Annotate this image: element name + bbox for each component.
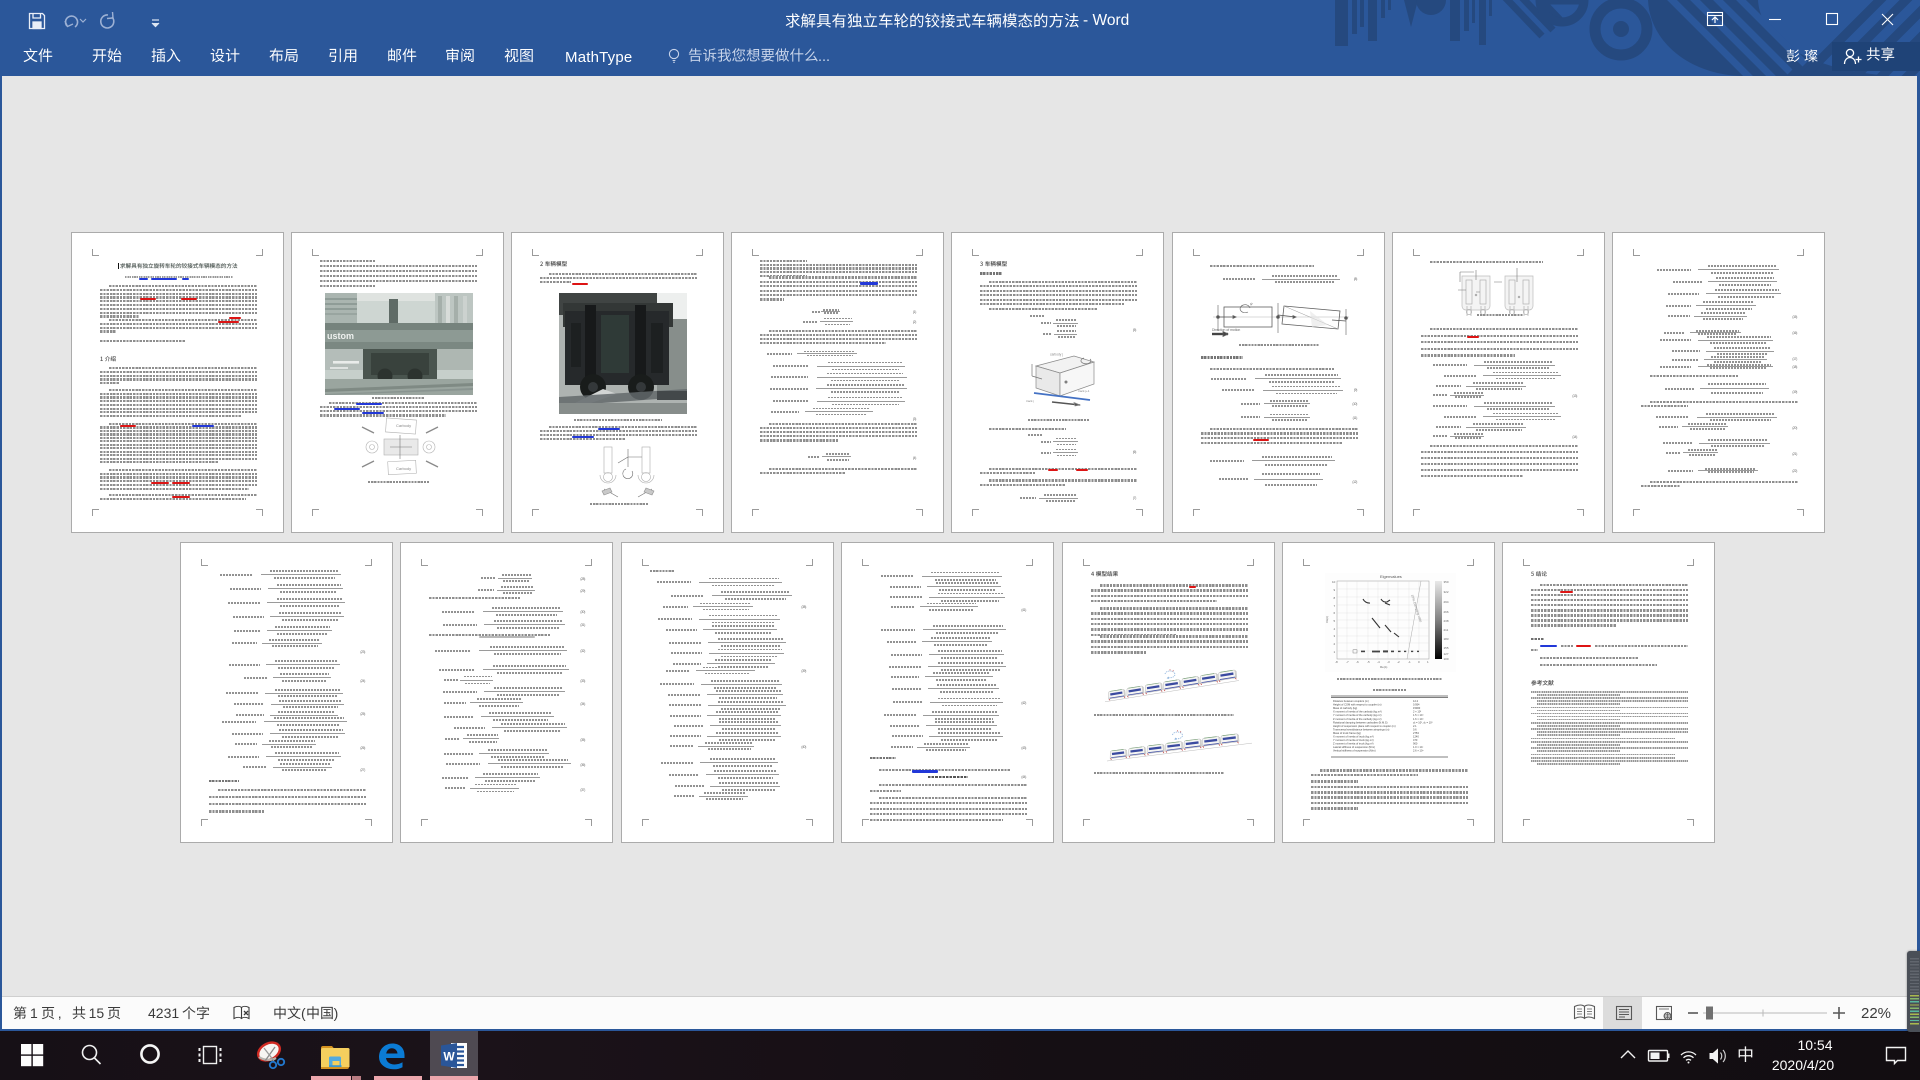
svg-text:350: 350 [1444, 580, 1449, 584]
svg-text:Z moment of inertia of the car: Z moment of inertia of the carbody (kg.m… [1333, 717, 1382, 721]
svg-text:W: W [443, 1050, 455, 1064]
svg-text:Y moment of inertia of truck (: Y moment of inertia of truck (kg.m²) [1333, 738, 1374, 742]
svg-text:211: 211 [1444, 628, 1449, 632]
svg-text:183: 183 [1444, 637, 1449, 641]
svg-text:track j+1: track j+1 [1078, 389, 1090, 393]
svg-text:X moment of inertia of truck (: X moment of inertia of truck (kg.m²) [1333, 735, 1374, 739]
svg-text:1.6 × 10⁴: 1.6 × 10⁴ [1413, 717, 1424, 721]
svg-text:322: 322 [1444, 590, 1449, 594]
svg-text:-8: -8 [1335, 660, 1338, 664]
svg-text:470: 470 [1413, 738, 1418, 742]
svg-text:0.954: 0.954 [1413, 703, 1420, 707]
svg-text:12.2: 12.2 [1413, 699, 1419, 703]
svg-text:Vertical stiffness of suspensi: Vertical stiffness of suspension (N/m) [1333, 749, 1376, 753]
svg-text:ψ: ψ [1250, 301, 1253, 306]
svg-text:Transversal semidistance betwe: Transversal semidistance between airspri… [1333, 727, 1390, 731]
svg-text:Re(λ): Re(λ) [1380, 665, 1387, 669]
svg-text:294: 294 [1444, 600, 1449, 604]
svg-text:127: 127 [1444, 652, 1449, 656]
svg-text:Height of COM with respect to: Height of COM with respect to coupler (m… [1333, 703, 1382, 707]
svg-text:1.5 × 10⁴: 1.5 × 10⁴ [1413, 713, 1424, 717]
svg-text:Distance between couplers (m): Distance between couplers (m) [1333, 699, 1369, 703]
svg-text:Height of suspension plane wit: Height of suspension plane with respect … [1333, 724, 1396, 728]
svg-text:Mass of carbody (kg): Mass of carbody (kg) [1333, 706, 1357, 710]
svg-text:900: 900 [1413, 742, 1418, 746]
svg-text:Lateral stiffness of suspensio: Lateral stiffness of suspension (N/m) [1333, 745, 1375, 749]
svg-text:2 × 10³: 2 × 10³ [1413, 710, 1421, 714]
svg-text:track j: track j [1026, 399, 1034, 403]
svg-text:100: 100 [1444, 657, 1449, 661]
svg-text:266: 266 [1444, 610, 1449, 614]
svg-text:Y moment of inertia of the car: Y moment of inertia of the carbody (kg.m… [1333, 713, 1382, 717]
svg-text:-2: -2 [1397, 660, 1400, 664]
svg-text:-7: -7 [1346, 660, 1349, 664]
svg-text:dₓ = 10³, dₓ = 10³: dₓ = 10³, dₓ = 10³ [1413, 720, 1433, 724]
svg-text:-4: -4 [1377, 660, 1380, 664]
svg-text:238: 238 [1444, 619, 1449, 623]
svg-text:155: 155 [1444, 646, 1449, 650]
svg-text:2.6 × 10⁶: 2.6 × 10⁶ [1413, 749, 1424, 753]
svg-text:1240: 1240 [1413, 735, 1419, 739]
svg-text:2.1: 2.1 [1413, 724, 1417, 728]
svg-text:Z moment of inertia of truck (: Z moment of inertia of truck (kg.m²) [1333, 742, 1374, 746]
svg-text:15000: 15000 [1413, 706, 1421, 710]
svg-text:-6: -6 [1356, 660, 1359, 664]
svg-text:-3: -3 [1387, 660, 1390, 664]
svg-text:Carbody: Carbody [396, 466, 411, 471]
svg-text:carbody j: carbody j [1050, 353, 1063, 357]
svg-text:Direction of motion: Direction of motion [1212, 328, 1240, 332]
svg-text:ustom: ustom [327, 331, 354, 341]
svg-text:Eigenvalues: Eigenvalues [1380, 574, 1402, 579]
svg-text:0.6: 0.6 [1413, 727, 1417, 731]
svg-text:Rotational damping between car: Rotational damping between carbodies (N.… [1333, 720, 1388, 724]
svg-text:10: 10 [1332, 580, 1336, 584]
svg-text:-5: -5 [1367, 660, 1370, 664]
svg-text:1.0 × 10⁷: 1.0 × 10⁷ [1413, 745, 1423, 749]
svg-text:Carbody: Carbody [396, 423, 411, 428]
svg-text:X moment of inertia of the car: X moment of inertia of the carbody (kg.m… [1333, 710, 1382, 714]
svg-text:Im(λ): Im(λ) [1325, 616, 1329, 623]
svg-text:Mass of truck frame (kg): Mass of truck frame (kg) [1333, 731, 1361, 735]
svg-text:-1: -1 [1408, 660, 1411, 664]
svg-text:2753: 2753 [1413, 731, 1419, 735]
